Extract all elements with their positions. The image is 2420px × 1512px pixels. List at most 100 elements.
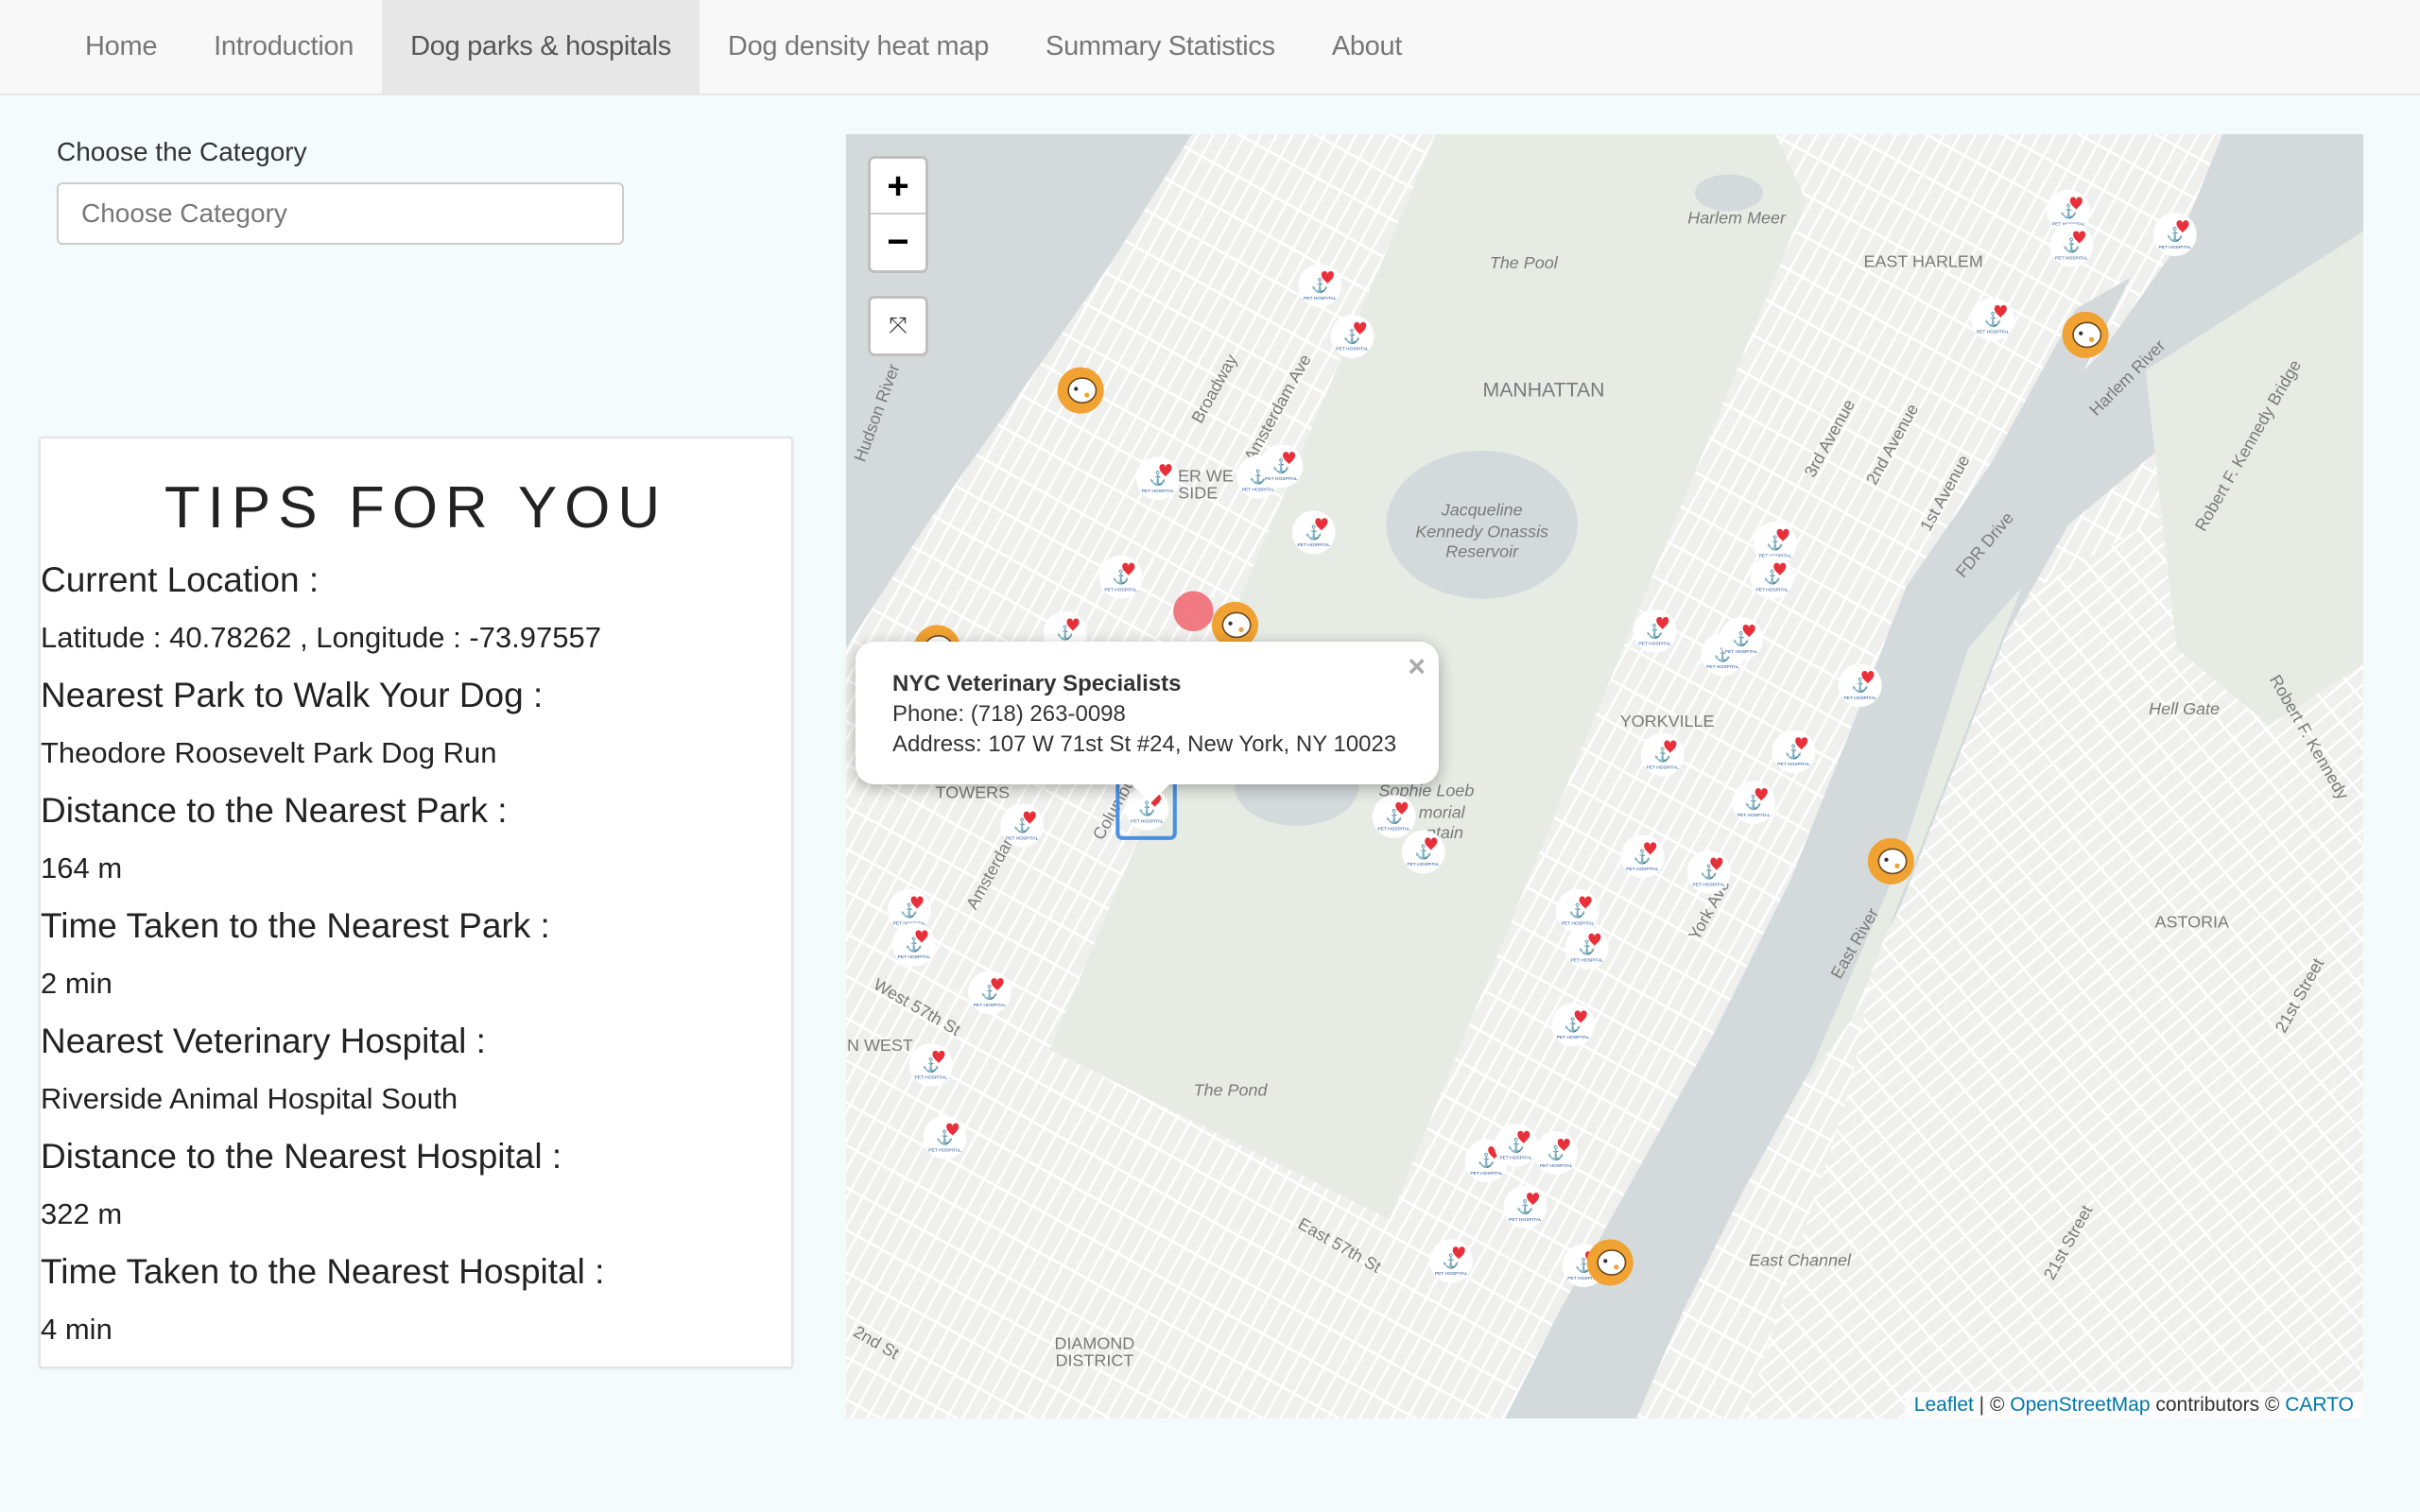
pet-hospital-marker[interactable]: ⚓PET HOSPITAL bbox=[923, 1115, 967, 1160]
pet-hospital-marker[interactable]: ⚓PET HOSPITAL bbox=[2152, 213, 2197, 257]
park-time-value: 2 min bbox=[41, 967, 112, 1000]
nav-dog-parks-hospitals[interactable]: Dog parks & hospitals bbox=[382, 0, 700, 94]
anchor-icon: ⚓ bbox=[1547, 1144, 1564, 1161]
marker-label: PET HOSPITAL bbox=[1131, 819, 1164, 825]
dog-park-marker[interactable] bbox=[1057, 367, 1104, 414]
map-label: DISTRICT bbox=[1055, 1350, 1133, 1369]
nearest-park-value: Theodore Roosevelt Park Dog Run bbox=[41, 736, 497, 769]
pet-hospital-marker[interactable]: ⚓ PET HOSPITAL bbox=[1633, 610, 1677, 653]
pet-hospital-marker[interactable]: ⚓PET HOSPITAL bbox=[1686, 850, 1731, 894]
anchor-icon: ⚓ bbox=[1013, 817, 1030, 834]
anchor-icon: ⚓ bbox=[1646, 623, 1663, 640]
dog-icon bbox=[2072, 321, 2102, 349]
fullscreen-button[interactable]: ⤧ bbox=[868, 296, 928, 356]
marker-label: PET HOSPITAL bbox=[1755, 587, 1789, 593]
marker-label: PET HOSPITAL bbox=[1407, 862, 1440, 868]
nav-about[interactable]: About bbox=[1304, 0, 1430, 94]
anchor-icon: ⚓ bbox=[1767, 535, 1784, 552]
pet-hospital-marker[interactable]: ⚓PET HOSPITAL bbox=[1971, 298, 2014, 341]
nav-dog-density-heat-map[interactable]: Dog density heat map bbox=[700, 0, 1017, 94]
pet-hospital-marker[interactable]: ⚓PET HOSPITAL bbox=[1298, 264, 1342, 307]
pet-hospital-marker[interactable]: ⚓PET HOSPITAL bbox=[1556, 888, 1599, 933]
pet-hospital-marker[interactable]: ⚓PET HOSPITAL bbox=[1372, 795, 1416, 838]
pet-hospital-marker[interactable]: ⚓ PET HOSPITAL bbox=[1534, 1131, 1578, 1175]
dog-park-marker[interactable] bbox=[1586, 1239, 1634, 1286]
pet-hospital-marker[interactable]: ⚓PET HOSPITAL bbox=[967, 971, 1011, 1015]
marker-label: PET HOSPITAL bbox=[1638, 642, 1671, 647]
category-label: Choose the Category bbox=[57, 137, 307, 166]
leaflet-link[interactable]: Leaflet bbox=[1914, 1394, 1974, 1416]
popup-close-button[interactable]: × bbox=[1408, 649, 1426, 684]
category-select[interactable]: Choose Category bbox=[57, 182, 624, 245]
zoom-in-button[interactable]: + bbox=[871, 159, 925, 215]
anchor-icon: ⚓ bbox=[2063, 237, 2080, 254]
pet-hospital-marker[interactable]: ⚓PET HOSPITAL bbox=[1732, 781, 1775, 825]
marker-label: PET HOSPITAL bbox=[1725, 649, 1758, 655]
dog-park-marker[interactable] bbox=[1867, 837, 1914, 885]
marker-label: PET HOSPITAL bbox=[915, 1075, 948, 1081]
marker-label: PET HOSPITAL bbox=[1626, 867, 1659, 872]
anchor-icon: ⚓ bbox=[1745, 794, 1762, 811]
pet-hospital-marker[interactable]: ⚓PET HOSPITAL bbox=[1259, 444, 1304, 489]
pet-hospital-marker[interactable]: ⚓PET HOSPITAL bbox=[1720, 617, 1763, 661]
current-location-label: Current Location : bbox=[41, 560, 320, 599]
marker-label: PET HOSPITAL bbox=[1142, 489, 1175, 494]
anchor-icon: ⚓ bbox=[1507, 1137, 1524, 1154]
marker-label: PET HOSPITAL bbox=[898, 954, 931, 960]
anchor-icon: ⚓ bbox=[1112, 569, 1129, 586]
dog-park-marker[interactable] bbox=[2062, 311, 2109, 358]
dog-eye bbox=[1228, 621, 1233, 626]
dog-icon bbox=[1597, 1249, 1627, 1276]
dog-spot bbox=[1614, 1264, 1619, 1270]
pet-hospital-marker[interactable]: ⚓PET HOSPITAL bbox=[1750, 555, 1794, 599]
pet-hospital-marker[interactable]: ⚓PET HOSPITAL bbox=[2049, 223, 2094, 267]
marker-label: PET HOSPITAL bbox=[1540, 1163, 1573, 1169]
carto-link[interactable]: CARTO bbox=[2285, 1394, 2354, 1416]
pet-hospital-marker[interactable]: ⚓PET HOSPITAL bbox=[1330, 315, 1374, 358]
marker-label: PET HOSPITAL bbox=[1104, 587, 1137, 593]
tips-title: TIPS FOR YOU bbox=[164, 475, 668, 541]
map-label: TOWERS bbox=[936, 782, 1010, 801]
pet-hospital-marker[interactable]: ⚓PET HOSPITAL bbox=[1000, 803, 1044, 848]
map-label: ASTORIA bbox=[2155, 913, 2229, 932]
pet-hospital-marker[interactable]: ⚓PET HOSPITAL bbox=[1564, 925, 1609, 970]
anchor-icon: ⚓ bbox=[1569, 902, 1586, 919]
pet-hospital-marker[interactable]: ⚓PET HOSPITAL bbox=[891, 922, 936, 967]
anchor-icon: ⚓ bbox=[1311, 277, 1328, 294]
nav-home[interactable]: Home bbox=[57, 0, 185, 94]
nav-introduction[interactable]: Introduction bbox=[185, 0, 382, 94]
map-label: Hell Gate bbox=[2149, 699, 2220, 718]
pet-hospital-marker[interactable]: ⚓PET HOSPITAL bbox=[1772, 730, 1816, 774]
nav-summary-statistics[interactable]: Summary Statistics bbox=[1017, 0, 1304, 94]
pet-hospital-marker[interactable]: ⚓PET HOSPITAL bbox=[1640, 732, 1685, 777]
dog-eye bbox=[2079, 331, 2083, 335]
map-label: EAST HARLEM bbox=[1863, 251, 1982, 270]
pet-hospital-marker[interactable]: ⚓PET HOSPITAL bbox=[1291, 510, 1336, 555]
hospital-distance-label: Distance to the Nearest Hospital : bbox=[41, 1137, 562, 1176]
current-location-marker[interactable] bbox=[1173, 591, 1214, 631]
marker-label: PET HOSPITAL bbox=[1977, 330, 2010, 335]
pet-hospital-marker[interactable]: ⚓PET HOSPITAL bbox=[1494, 1124, 1538, 1167]
anchor-icon: ⚓ bbox=[1057, 624, 1074, 641]
marker-label: PET HOSPITAL bbox=[2055, 255, 2088, 261]
marker-popup: × NYC Veterinary Specialists Phone: (718… bbox=[856, 642, 1439, 803]
tips-panel: TIPS FOR YOU Current Location : Latitude… bbox=[39, 437, 793, 1368]
pet-hospital-marker[interactable]: ⚓PET HOSPITAL bbox=[1429, 1239, 1473, 1283]
pet-hospital-marker[interactable]: ⚓PET HOSPITAL bbox=[1551, 1003, 1595, 1047]
pet-hospital-marker[interactable]: ⚓PET HOSPITAL bbox=[1401, 830, 1445, 874]
anchor-icon: ⚓ bbox=[1443, 1252, 1460, 1269]
pet-hospital-marker[interactable]: ⚓PET HOSPITAL bbox=[1620, 834, 1665, 879]
pet-hospital-marker[interactable]: ⚓PET HOSPITAL bbox=[908, 1043, 953, 1087]
osm-link[interactable]: OpenStreetMap bbox=[2010, 1394, 2150, 1416]
pet-hospital-marker[interactable]: ⚓PET HOSPITAL bbox=[1838, 663, 1882, 707]
pet-hospital-marker[interactable]: ⚓PET HOSPITAL bbox=[1098, 555, 1143, 599]
pet-hospital-marker[interactable]: ⚓PET HOSPITAL bbox=[1503, 1185, 1547, 1229]
map-label: YORKVILLE bbox=[1620, 712, 1715, 730]
nearest-park-label: Nearest Park to Walk Your Dog : bbox=[41, 676, 544, 714]
hospital-distance-value: 322 m bbox=[41, 1197, 123, 1230]
pet-hospital-marker[interactable]: ⚓PET HOSPITAL bbox=[1135, 456, 1180, 501]
zoom-out-button[interactable]: − bbox=[871, 215, 925, 270]
marker-label: PET HOSPITAL bbox=[1297, 542, 1330, 548]
map-label: The Pond bbox=[1194, 1081, 1269, 1100]
anchor-icon: ⚓ bbox=[1654, 747, 1671, 764]
